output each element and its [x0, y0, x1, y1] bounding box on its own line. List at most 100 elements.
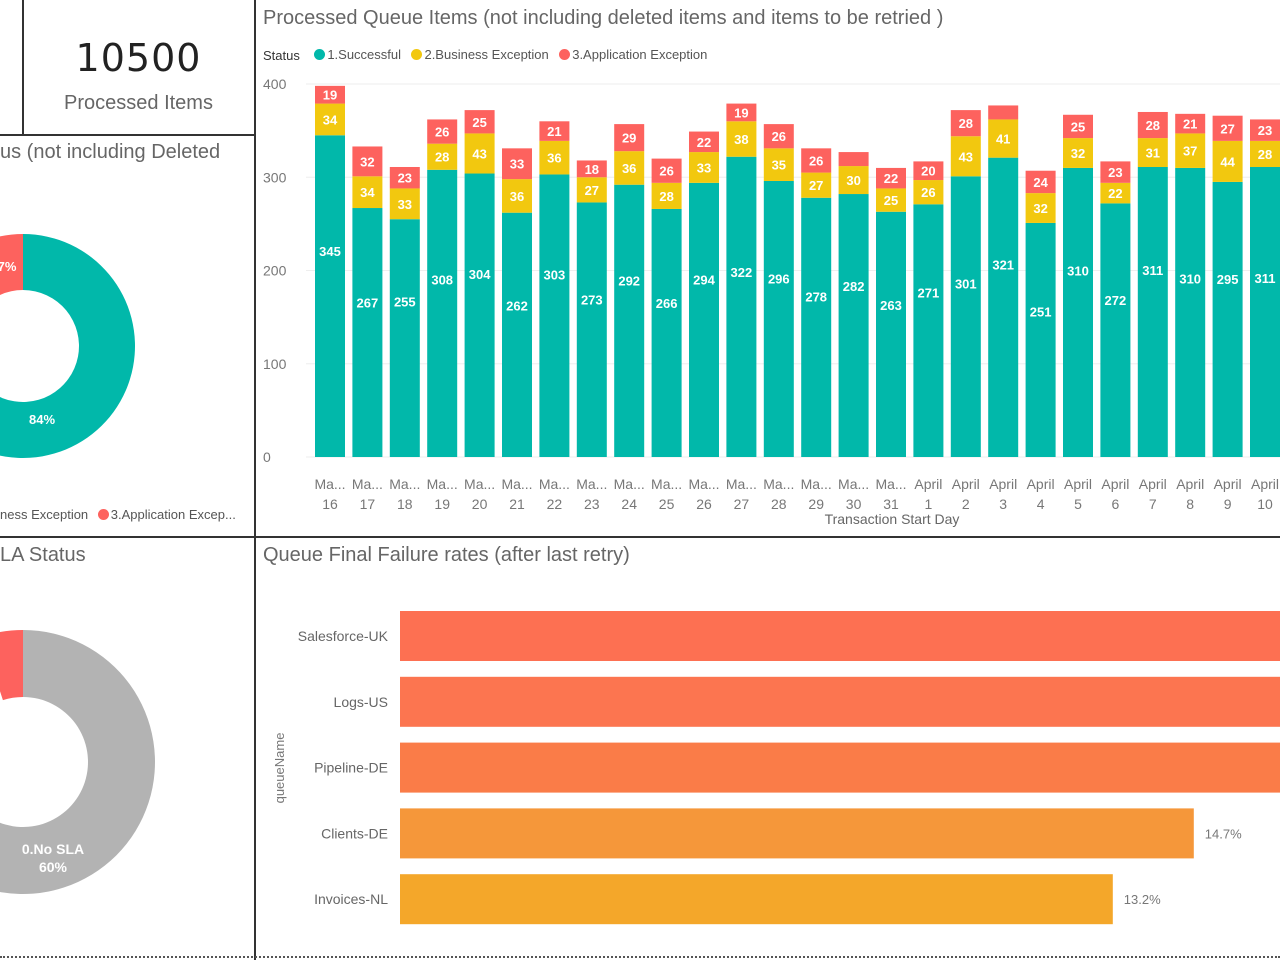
failure-bar[interactable] — [400, 742, 1280, 793]
divider — [0, 956, 1280, 959]
bar-segment[interactable] — [352, 208, 383, 457]
bar-data-label: 20 — [921, 164, 935, 179]
bar-segment[interactable] — [1025, 222, 1056, 457]
bar-data-label: 21 — [547, 124, 561, 139]
legend-item-business-exception[interactable]: 2.Business Exception — [411, 47, 549, 62]
bar-data-label: 19 — [323, 88, 337, 103]
bar-data-label: 271 — [918, 285, 940, 300]
bar-segment[interactable] — [576, 202, 607, 457]
bar-segment[interactable] — [838, 194, 869, 457]
x-tick-label: April — [1064, 476, 1092, 492]
bar-data-label: 322 — [731, 265, 753, 280]
x-tick-label: Ma... — [726, 476, 757, 492]
bar-segment[interactable] — [838, 152, 869, 167]
bar-data-label: 22 — [1108, 186, 1122, 201]
bar-segment[interactable] — [539, 174, 570, 457]
bar-data-label: 28 — [435, 150, 449, 165]
bar-data-label: 32 — [1071, 146, 1085, 161]
x-tick-label: 31 — [883, 496, 899, 512]
donut-slice[interactable] — [0, 630, 23, 701]
failure-bar-chart[interactable]: Salesforce-UK Logs-US Pipeline-DE Clients-D… — [256, 538, 1280, 956]
bar-segment[interactable] — [763, 180, 794, 457]
bar-segment[interactable] — [988, 105, 1019, 120]
x-tick-label: Ma... — [314, 476, 345, 492]
bar-data-label: 30 — [846, 173, 860, 188]
bar-data-label: 28 — [959, 116, 973, 131]
x-tick-label: 24 — [621, 496, 637, 512]
bar-segment[interactable] — [726, 156, 757, 458]
bar-segment[interactable] — [1250, 166, 1280, 457]
bar-data-label: 278 — [805, 289, 827, 304]
bar-segment[interactable] — [427, 169, 458, 457]
y-axis-title: queueName — [272, 733, 287, 804]
bar-data-label: 304 — [469, 267, 491, 282]
legend-item[interactable]: ness Exception — [0, 507, 88, 522]
failure-bar[interactable] — [400, 874, 1113, 925]
y-tick-label: 200 — [263, 263, 287, 279]
bar-data-label: 282 — [843, 279, 865, 294]
x-tick-label: 27 — [734, 496, 750, 512]
bar-segment[interactable] — [950, 176, 981, 457]
x-tick-label: April — [1176, 476, 1204, 492]
bar-segment[interactable] — [876, 211, 906, 457]
bar-data-label: 33 — [398, 197, 412, 212]
bar-data-label: 310 — [1179, 272, 1201, 287]
bar-segment[interactable] — [651, 208, 682, 457]
slice-label: 84% — [29, 412, 55, 427]
x-tick-label: Ma... — [763, 476, 794, 492]
bar-segment[interactable] — [464, 173, 495, 457]
bar-data-label: 23 — [398, 171, 412, 186]
x-tick-label: Ma... — [352, 476, 383, 492]
bar-data-label: 43 — [959, 149, 973, 164]
legend-item[interactable]: 3.Application Excep... — [111, 507, 236, 522]
sla-donut-chart[interactable]: 0.No SLA 60% — [0, 538, 254, 956]
bar-data-label: 345 — [319, 244, 341, 259]
x-tick-label: Ma... — [576, 476, 607, 492]
bar-data-label: 251 — [1030, 305, 1052, 320]
bar-data-label: 23 — [1108, 165, 1122, 180]
bar-data-label: 34 — [360, 185, 375, 200]
bar-segment[interactable] — [1175, 167, 1206, 458]
bar-segment[interactable] — [502, 212, 532, 457]
failure-bar[interactable] — [400, 676, 1280, 727]
bar-segment[interactable] — [1100, 203, 1131, 457]
bar-segment[interactable] — [689, 182, 719, 457]
bar-data-label: 19 — [734, 105, 748, 120]
x-tick-label: 23 — [584, 496, 600, 512]
stacked-bar-chart[interactable]: 01002003004003453419Ma...162673432Ma...1… — [256, 70, 1280, 532]
bar-segment[interactable] — [1137, 166, 1168, 457]
bar-data-label: 24 — [1033, 175, 1048, 190]
x-tick-label: 21 — [509, 496, 525, 512]
bar-data-label: 255 — [394, 294, 416, 309]
bar-data-label: 38 — [734, 132, 748, 147]
bar-data-label: 266 — [656, 296, 678, 311]
bar-data-label: 33 — [510, 157, 524, 172]
bar-data-label: 296 — [768, 271, 790, 286]
bar-segment[interactable] — [1212, 181, 1243, 457]
bar-data-label: 32 — [1033, 201, 1047, 216]
bar-segment[interactable] — [389, 219, 420, 457]
x-tick-label: 25 — [659, 496, 675, 512]
bar-segment[interactable] — [614, 184, 645, 457]
failure-bar[interactable] — [400, 611, 1280, 661]
legend-dot-icon — [314, 49, 326, 60]
x-tick-label: Ma... — [688, 476, 719, 492]
legend-item-application-exception[interactable]: 3.Application Exception — [559, 47, 707, 62]
x-axis-title: Transaction Start Day — [825, 511, 960, 527]
bar-data-label: 301 — [955, 277, 977, 292]
x-tick-label: 5 — [1074, 496, 1082, 512]
x-tick-label: 9 — [1224, 496, 1232, 512]
bar-segment[interactable] — [315, 135, 345, 457]
bar-segment[interactable] — [1063, 167, 1093, 458]
bar-segment[interactable] — [988, 157, 1019, 457]
status-donut-chart[interactable]: 84% 7% — [0, 136, 254, 536]
bar-data-label: 28 — [1258, 147, 1272, 162]
x-tick-label: April — [1027, 476, 1055, 492]
y-tick-label: 100 — [263, 356, 287, 372]
bar-segment[interactable] — [801, 197, 832, 457]
failure-bar[interactable] — [400, 808, 1194, 859]
stacked-chart-title: Processed Queue Items (not including del… — [263, 7, 944, 29]
bar-segment[interactable] — [913, 204, 944, 457]
x-tick-label: 8 — [1186, 496, 1194, 512]
legend-item-successful[interactable]: 1.Successful — [314, 47, 401, 62]
